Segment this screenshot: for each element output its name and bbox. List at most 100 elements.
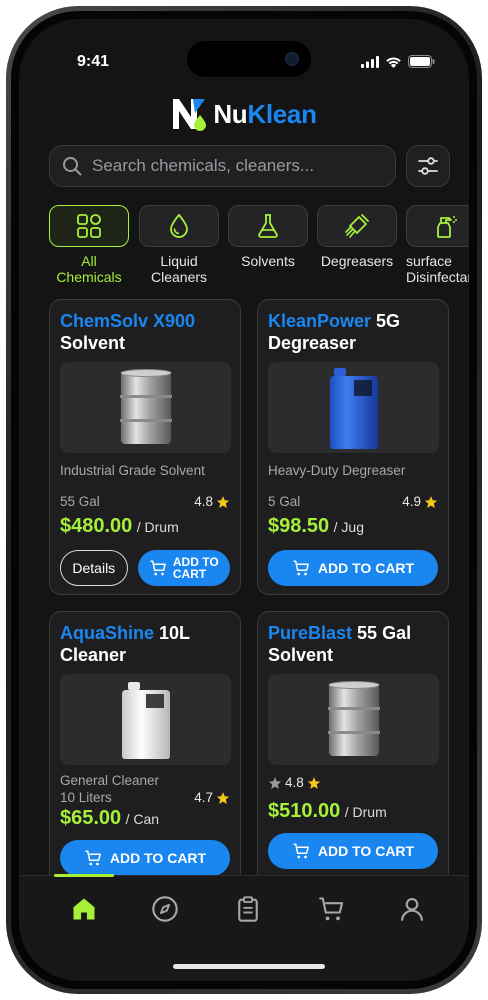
category-liquid-cleaners[interactable]: Liquid Cleaners [139,205,219,285]
product-card[interactable]: AquaShine 10L Cleaner General Cleaner 10… [49,611,241,887]
product-rating: 4.8 [194,494,230,509]
sliders-icon [418,157,438,175]
battery-icon [408,55,435,68]
product-card[interactable]: PureBlast 55 Gal Solvent 4.8 $510.00 / D… [257,611,449,887]
product-meta: 5 Gal 4.9 [268,494,438,509]
product-size: 55 Gal [60,494,100,509]
active-tab-indicator [54,874,114,877]
add-to-cart-button[interactable]: ADD TO CART [137,550,230,586]
product-price-row: $480.00 / Drum [60,515,230,538]
star-icon [307,776,320,789]
product-name: AquaShine 10L Cleaner [60,622,230,666]
product-meta: 4.8 [268,775,438,790]
star-outline-icon [268,776,282,789]
category-label: Degreasers [320,253,394,269]
product-brand: PureBlast [268,623,353,643]
product-price-row: $98.50 / Jug [268,515,438,538]
category-label: surface Disinfectants [406,253,469,285]
filter-button[interactable] [406,145,450,187]
grid-icon [77,214,101,238]
product-rating: 4.7 [194,790,230,805]
wifi-icon [386,57,401,68]
product-rating: 4.9 [402,494,438,509]
category-chip[interactable] [228,205,308,247]
category-solvents[interactable]: Solvents [228,205,308,269]
camera-icon [285,52,299,66]
product-brand: ChemSolv X900 [60,311,196,331]
product-unit: / Drum [136,519,179,535]
product-image [60,674,231,765]
rating-value: 4.8 [285,775,304,790]
search-bar[interactable] [49,145,396,187]
app-logo: NuKlean [19,97,469,131]
home-indicator [173,964,325,969]
category-label: Solvents [241,253,295,269]
product-price: $510.00 [268,800,341,822]
category-chip[interactable] [406,205,469,247]
steel-drum-image [327,680,380,756]
cart-icon [293,560,309,576]
category-chip[interactable] [49,205,129,247]
product-unit: / Drum [344,804,387,820]
card-actions: ADD TO CART [60,840,230,876]
clipboard-icon [238,896,258,922]
product-image [268,674,439,765]
phone-bezel: 9:41 NuKlean Search chemicals, cleaners.… [11,11,477,989]
product-size: 10 Liters [60,790,112,805]
tab-explore[interactable] [145,892,185,926]
blue-jug-image [329,367,378,449]
home-icon [73,898,95,920]
category-degreasers[interactable]: Degreasers [317,205,397,269]
details-button[interactable]: Details [60,550,128,586]
product-price: $98.50 [268,515,330,537]
add-to-cart-button[interactable]: ADD TO CART [268,550,438,586]
category-label: All Chemicals [56,253,122,285]
tab-orders[interactable] [228,892,268,926]
product-unit: / Jug [333,519,364,535]
cart-icon [150,560,166,576]
tab-cart[interactable] [311,892,351,926]
tab-home[interactable] [64,892,104,926]
product-rating: 4.8 [268,775,321,790]
category-all-chemicals[interactable]: All Chemicals [49,205,129,285]
category-list: All Chemicals Liquid Cleaners Solvents D… [49,205,469,295]
star-icon [216,495,230,508]
cart-icon [85,850,101,866]
product-brand: AquaShine [60,623,155,643]
search-input[interactable] [92,156,382,176]
category-chip[interactable] [139,205,219,247]
app-screen: 9:41 NuKlean Search chemicals, cleaners.… [19,19,469,981]
product-brand: KleanPower [268,311,372,331]
spray-bottle-icon [437,216,457,238]
logo-text-klean: Klean [247,98,317,129]
rating-value: 4.8 [194,494,213,509]
product-card[interactable]: ChemSolv X900 Solvent Industrial Grade S… [49,299,241,595]
product-price-row: $510.00 / Drum [268,800,438,823]
brush-icon [345,214,369,238]
card-actions: ADD TO CART [268,833,438,869]
add-to-cart-button[interactable]: ADD TO CART [268,833,438,869]
tab-profile[interactable] [392,892,432,926]
category-label: Liquid Cleaners [150,253,208,285]
status-time: 9:41 [77,53,110,70]
product-image [268,362,439,453]
dynamic-island [187,41,311,77]
logo-text-nu: Nu [213,98,248,129]
droplet-icon [170,213,188,238]
product-card[interactable]: KleanPower 5G Degreaser Heavy-Duty Degre… [257,299,449,595]
add-to-cart-label: ADD TO CART [317,560,415,576]
add-to-cart-label: ADD TO CART [109,850,207,866]
category-chip[interactable] [317,205,397,247]
add-to-cart-label: ADD TO CART [317,843,415,859]
add-to-cart-button[interactable]: ADD TO CART [60,840,230,876]
rating-value: 4.9 [402,494,421,509]
search-icon [63,157,82,176]
white-can-image [121,681,170,759]
signal-icon [361,55,379,68]
category-surface-disinfectants[interactable]: surface Disinfectants [406,205,469,285]
star-icon [424,495,438,508]
product-name: KleanPower 5G Degreaser [268,310,438,354]
product-size: 5 Gal [268,494,301,509]
product-description: Industrial Grade Solvent [60,463,205,478]
product-name-rest: Solvent [60,333,126,353]
